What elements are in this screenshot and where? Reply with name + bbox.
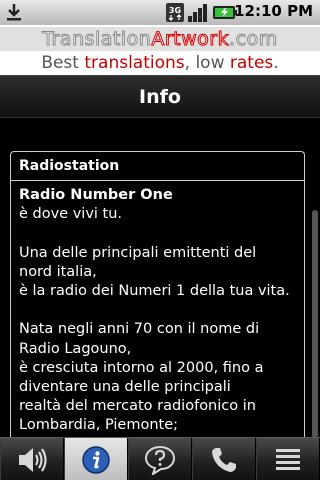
ad-slogan-part1: Best	[41, 53, 85, 73]
download-icon	[7, 4, 21, 21]
clock: 12:10 PM	[234, 2, 313, 20]
para2-line3: è la radio dei Numeri 1 della tua vita.	[19, 283, 290, 299]
panel-body: Radio Number One è dove vivi tu. Una del…	[11, 181, 304, 436]
panel-heading: Radiostation	[11, 152, 304, 181]
ad-brand-part1: Translation	[42, 28, 152, 51]
para2-line1: Una delle principali emittenti del	[19, 244, 257, 261]
network-type-label: 3G	[169, 6, 181, 15]
para3-line6: Lombardia, Piemonte;	[19, 417, 179, 434]
ad-slogan-part2: translations	[84, 53, 185, 73]
ad-brand-part3: .com	[229, 28, 278, 51]
ad-brand-part2: Artwork	[151, 28, 230, 51]
tab-menu[interactable]	[256, 438, 320, 480]
info-icon	[82, 445, 110, 474]
station-name: Radio Number One	[19, 187, 173, 203]
para3-line3: è cresciuta intorno al 2000, fino a	[19, 359, 264, 376]
info-panel: Radiostation Radio Number One è dove viv…	[10, 151, 305, 441]
tab-faq[interactable]	[128, 438, 192, 480]
station-tagline: è dove vivi tu.	[19, 206, 123, 223]
3g-icon: 3G	[166, 3, 184, 22]
para3-line4: diventare una delle principali	[19, 379, 231, 395]
ad-banner[interactable]: TranslationArtwork.com Best translations…	[0, 25, 320, 75]
scrollbar[interactable]	[312, 210, 318, 438]
question-bubble-icon	[144, 445, 176, 475]
ad-brand-line: TranslationArtwork.com	[0, 27, 320, 51]
para2-line2: nord italia,	[19, 263, 97, 280]
ad-slogan-part3: , low	[184, 53, 230, 73]
ad-slogan-part4: rates	[229, 53, 274, 73]
speaker-icon	[19, 447, 47, 472]
ad-slogan-line: Best translations, low rates.	[0, 52, 320, 74]
page-title: Info	[0, 75, 320, 118]
para3-line2: Radio Lagouno,	[19, 340, 132, 357]
tab-info[interactable]	[64, 438, 128, 480]
para3-line1: Nata negli anni 70 con il nome di	[19, 321, 260, 338]
tab-call[interactable]	[192, 438, 256, 480]
ad-slogan-part5: .	[273, 53, 279, 73]
phone-icon	[212, 447, 236, 472]
tab-audio[interactable]	[0, 438, 64, 480]
bottom-tab-bar	[0, 437, 320, 480]
list-icon	[276, 448, 300, 470]
signal-icon	[188, 4, 207, 22]
para3-line5: realtà del mercato radiofonico in	[19, 398, 256, 415]
status-bar: 3G 12:10 PM	[0, 0, 320, 25]
